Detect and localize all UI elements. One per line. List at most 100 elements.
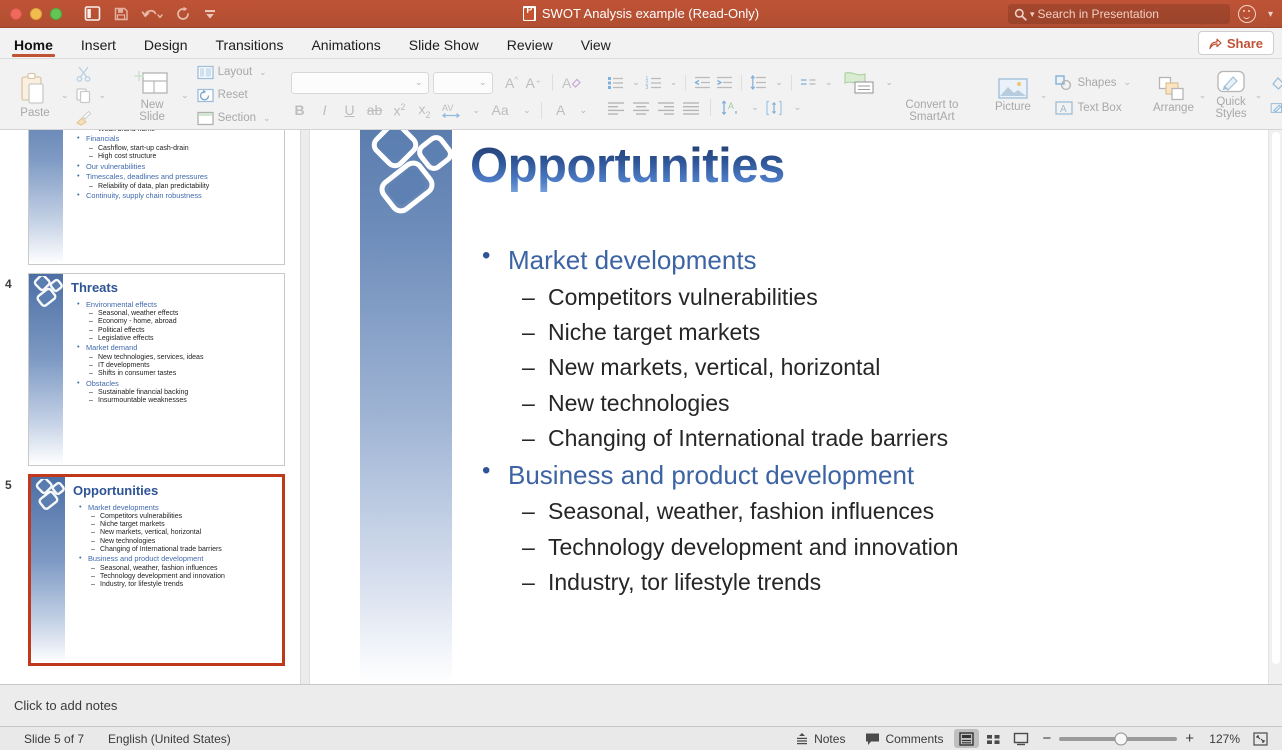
slide-thumbnail-selected[interactable]: OpportunitiesMarket developmentsCompetit… bbox=[28, 474, 285, 667]
copy-chevron-down-icon[interactable]: ⌄ bbox=[99, 90, 107, 101]
line-spacing-chevron-down-icon[interactable]: ⌄ bbox=[775, 77, 783, 88]
align-center-button[interactable] bbox=[632, 101, 650, 115]
character-spacing-chevron-down-icon[interactable]: ⌄ bbox=[473, 105, 481, 116]
tab-insert[interactable]: Insert bbox=[67, 38, 130, 58]
tab-slide-show[interactable]: Slide Show bbox=[395, 38, 493, 58]
change-case-button[interactable]: Aa bbox=[487, 102, 513, 118]
zoom-slider[interactable] bbox=[1059, 737, 1177, 741]
slide-thumbnail[interactable]: ThreatsEnvironmental effectsSeasonal, we… bbox=[28, 273, 285, 466]
shape-outline-button[interactable]: Shape Outline ⌄ bbox=[1270, 98, 1282, 117]
numbering-button[interactable]: 123 bbox=[645, 75, 662, 90]
slide-canvas[interactable]: Opportunities Market developmentsCompeti… bbox=[360, 130, 1260, 684]
decrease-font-size-button[interactable]: A⌄ bbox=[525, 75, 543, 91]
convert-smartart-button[interactable] bbox=[843, 70, 877, 96]
slide-body-placeholder[interactable]: Market developmentsCompetitors vulnerabi… bbox=[470, 240, 1250, 605]
quick-styles-button[interactable]: Quick Styles bbox=[1210, 70, 1251, 120]
undo-icon[interactable] bbox=[141, 6, 163, 22]
slide-vertical-scrollbar[interactable] bbox=[1268, 130, 1282, 684]
comments-toggle-button[interactable]: Comments bbox=[855, 728, 953, 750]
change-case-chevron-down-icon[interactable]: ⌄ bbox=[523, 105, 531, 116]
tab-home[interactable]: Home bbox=[0, 38, 67, 58]
columns-button[interactable] bbox=[800, 75, 817, 90]
close-window-button[interactable] bbox=[10, 8, 22, 20]
slide-thumbnail-pane[interactable]: WeaknessesLack of competitive strengthGa… bbox=[0, 130, 301, 684]
arrange-chevron-down-icon[interactable]: ⌄ bbox=[1199, 90, 1207, 101]
minimize-window-button[interactable] bbox=[30, 8, 42, 20]
slide-title[interactable]: Opportunities bbox=[470, 138, 785, 194]
scrollbar-thumb[interactable] bbox=[1272, 132, 1280, 664]
bullets-button[interactable] bbox=[607, 75, 624, 90]
maximize-window-button[interactable] bbox=[50, 8, 62, 20]
font-color-button[interactable]: A bbox=[552, 102, 570, 118]
tab-design[interactable]: Design bbox=[130, 38, 202, 58]
format-painter-button[interactable] bbox=[75, 108, 107, 127]
increase-font-size-button[interactable]: A^ bbox=[503, 75, 521, 91]
pane-splitter[interactable] bbox=[301, 130, 310, 684]
italic-button[interactable]: I bbox=[316, 102, 334, 118]
bold-button[interactable]: B bbox=[291, 102, 309, 118]
shapes-chevron-down-icon[interactable]: ⌄ bbox=[1123, 77, 1131, 88]
strikethrough-button[interactable]: ab bbox=[366, 102, 384, 118]
text-direction-button[interactable]: A bbox=[721, 100, 741, 116]
convert-to-smartart-label-block[interactable]: Convert to SmartArt bbox=[895, 99, 969, 123]
superscript-button[interactable]: x2 bbox=[391, 102, 409, 119]
copy-button[interactable]: ⌄ bbox=[75, 86, 107, 105]
columns-chevron-down-icon[interactable]: ⌄ bbox=[825, 77, 833, 88]
save-icon[interactable] bbox=[113, 6, 129, 22]
shape-fill-button[interactable]: Shape Fill ⌄ bbox=[1270, 73, 1282, 92]
share-button[interactable]: Share bbox=[1198, 31, 1274, 55]
arrange-button[interactable]: Arrange bbox=[1151, 76, 1196, 114]
picture-chevron-down-icon[interactable]: ⌄ bbox=[1040, 90, 1048, 101]
text-box-button[interactable]: A Text Box bbox=[1055, 98, 1131, 117]
picture-button[interactable]: Picture bbox=[989, 77, 1037, 113]
font-color-chevron-down-icon[interactable]: ⌄ bbox=[580, 105, 588, 116]
justify-button[interactable] bbox=[682, 101, 700, 115]
paste-chevron-down-icon[interactable]: ⌄ bbox=[61, 90, 69, 101]
clear-formatting-button[interactable]: A bbox=[562, 74, 582, 92]
line-spacing-button[interactable] bbox=[750, 75, 767, 90]
increase-indent-button[interactable] bbox=[716, 75, 733, 90]
quick-styles-chevron-down-icon[interactable]: ⌄ bbox=[1255, 90, 1263, 101]
account-chevron-down-icon[interactable]: ▾ bbox=[1268, 9, 1273, 20]
zoom-slider-knob[interactable] bbox=[1114, 732, 1127, 745]
slide-thumbnail[interactable]: WeaknessesLack of competitive strengthGa… bbox=[28, 130, 285, 265]
align-left-button[interactable] bbox=[607, 101, 625, 115]
align-text-button[interactable] bbox=[766, 100, 784, 116]
new-slide-chevron-down-icon[interactable]: ⌄ bbox=[181, 90, 189, 101]
tab-transitions[interactable]: Transitions bbox=[202, 38, 298, 58]
text-direction-chevron-down-icon[interactable]: ⌄ bbox=[751, 102, 759, 113]
layout-button[interactable]: Layout ⌄ bbox=[197, 63, 271, 82]
paste-button[interactable]: Paste bbox=[12, 71, 58, 119]
normal-view-button[interactable] bbox=[954, 729, 979, 748]
bullets-chevron-down-icon[interactable]: ⌄ bbox=[632, 77, 640, 88]
smartart-chevron-down-icon[interactable]: ⌄ bbox=[885, 77, 893, 88]
slide-sorter-view-button[interactable] bbox=[981, 729, 1006, 748]
shapes-button[interactable]: Shapes ⌄ bbox=[1055, 73, 1131, 92]
align-text-chevron-down-icon[interactable]: ⌄ bbox=[794, 102, 802, 113]
thumbnail-row[interactable]: 4ThreatsEnvironmental effectsSeasonal, w… bbox=[0, 269, 300, 470]
subscript-button[interactable]: x2 bbox=[416, 101, 434, 120]
tab-view[interactable]: View bbox=[567, 38, 625, 58]
reset-button[interactable]: Reset bbox=[197, 86, 271, 105]
tab-review[interactable]: Review bbox=[493, 38, 567, 58]
layout-chevron-down-icon[interactable]: ⌄ bbox=[259, 67, 267, 78]
language-indicator[interactable]: English (United States) bbox=[108, 732, 231, 746]
zoom-in-button[interactable]: + bbox=[1185, 730, 1194, 747]
reading-view-button[interactable] bbox=[1008, 729, 1033, 748]
thumbnail-row[interactable]: 5OpportunitiesMarket developmentsCompeti… bbox=[0, 470, 300, 671]
underline-button[interactable]: U bbox=[341, 102, 359, 118]
tab-animations[interactable]: Animations bbox=[297, 38, 394, 58]
font-size-input[interactable]: ⌄ bbox=[433, 72, 493, 94]
notes-pane[interactable]: Click to add notes bbox=[0, 684, 1282, 726]
thumbnail-row[interactable]: WeaknessesLack of competitive strengthGa… bbox=[0, 130, 300, 269]
new-slide-button[interactable]: New Slide bbox=[126, 68, 178, 123]
character-spacing-button[interactable]: AV bbox=[441, 102, 463, 119]
section-chevron-down-icon[interactable]: ⌄ bbox=[263, 113, 271, 124]
customize-toolbar-icon[interactable] bbox=[203, 7, 217, 21]
numbering-chevron-down-icon[interactable]: ⌄ bbox=[670, 77, 678, 88]
align-right-button[interactable] bbox=[657, 101, 675, 115]
smiley-face-icon[interactable] bbox=[1238, 5, 1256, 23]
fit-to-window-button[interactable] bbox=[1248, 729, 1273, 748]
redo-icon[interactable] bbox=[175, 6, 191, 22]
section-button[interactable]: Section ⌄ bbox=[197, 109, 271, 128]
